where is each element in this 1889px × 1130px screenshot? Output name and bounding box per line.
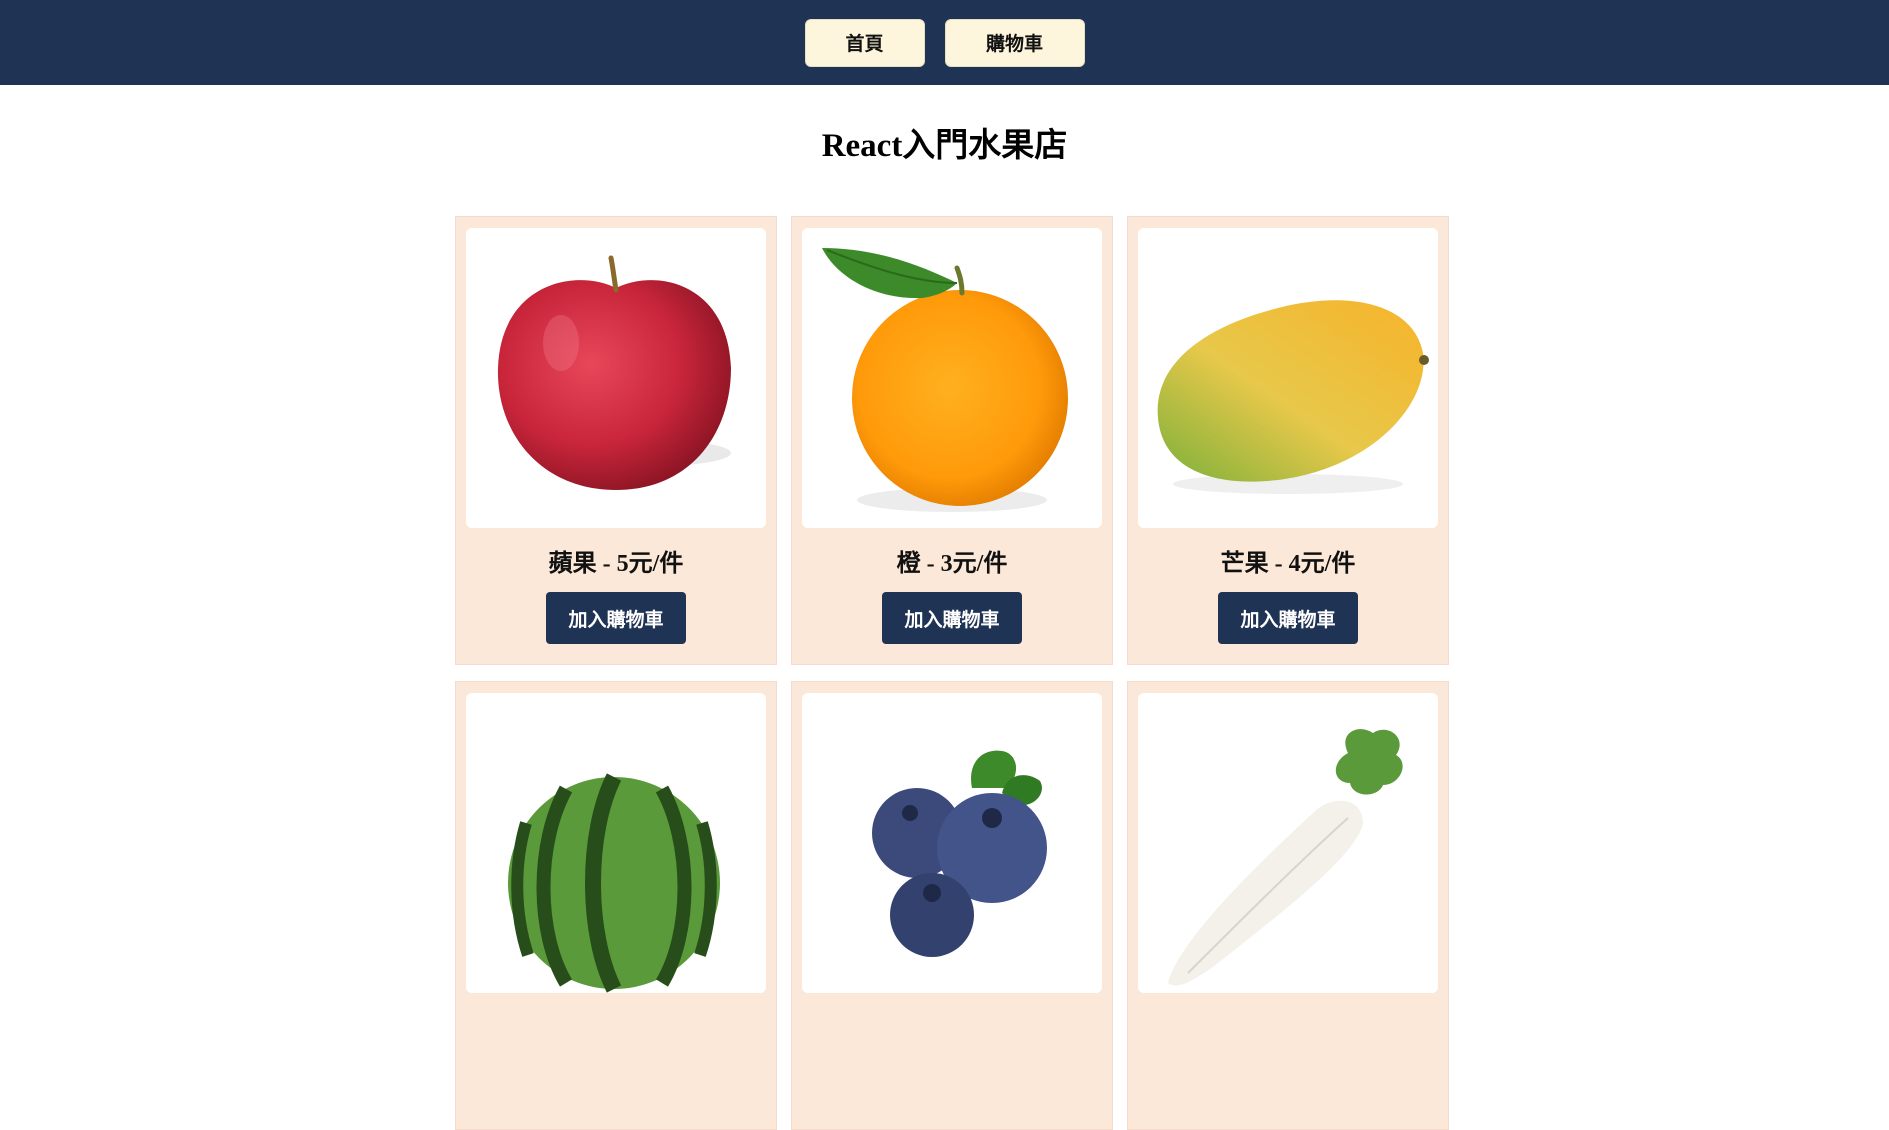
product-label: 橙 - 3元/件 xyxy=(896,551,1008,577)
add-to-cart-button[interactable]: 加入購物車 xyxy=(546,592,686,644)
product-label: 芒果 - 4元/件 xyxy=(1220,551,1356,577)
radish-image xyxy=(1138,693,1438,993)
orange-image xyxy=(802,228,1102,528)
product-grid: 蘋果 - 5元/件 加入購物車 橙 - 3元/件 加入購物車 芒果 - 4元/件… xyxy=(455,216,1451,1130)
page-title: React入門水果店 xyxy=(821,128,1068,164)
product-card-radish xyxy=(1127,681,1449,1130)
product-card-mango: 芒果 - 4元/件 加入購物車 xyxy=(1127,216,1449,665)
top-navbar: 首頁 購物車 xyxy=(0,0,1889,85)
home-button[interactable]: 首頁 xyxy=(804,18,925,67)
cart-button[interactable]: 購物車 xyxy=(944,18,1085,67)
add-to-cart-button[interactable]: 加入購物車 xyxy=(1218,592,1358,644)
blueberry-image xyxy=(802,693,1102,993)
product-card-blueberry xyxy=(791,681,1113,1130)
product-label: 蘋果 - 5元/件 xyxy=(548,551,684,577)
product-card-apple: 蘋果 - 5元/件 加入購物車 xyxy=(455,216,777,665)
apple-image xyxy=(466,228,766,528)
product-card-watermelon xyxy=(455,681,777,1130)
add-to-cart-button[interactable]: 加入購物車 xyxy=(882,592,1022,644)
watermelon-image xyxy=(466,693,766,993)
mango-image xyxy=(1138,228,1438,528)
product-card-orange: 橙 - 3元/件 加入購物車 xyxy=(791,216,1113,665)
